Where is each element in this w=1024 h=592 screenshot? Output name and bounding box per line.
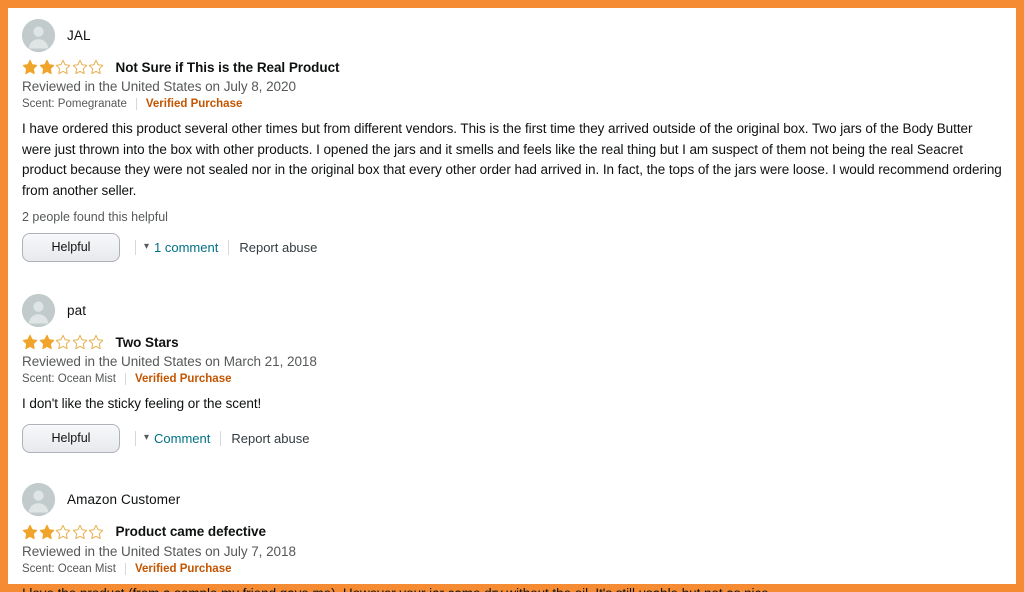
star-empty-icon bbox=[88, 524, 104, 540]
review-title-row: Not Sure if This is the Real Product bbox=[22, 58, 1006, 76]
reviews-panel: JAL Not Sure if This is the Real Product… bbox=[0, 0, 1024, 592]
star-empty-icon bbox=[55, 334, 71, 350]
star-empty-icon bbox=[72, 524, 88, 540]
review-body-text: I don't like the sticky feeling or the s… bbox=[22, 396, 262, 411]
review-item: JAL Not Sure if This is the Real Product… bbox=[22, 17, 1006, 263]
review-body-text: I love the product (from a sample my fri… bbox=[22, 584, 1004, 592]
star-rating[interactable] bbox=[22, 334, 105, 350]
user-avatar-icon bbox=[22, 293, 55, 327]
review-actions: Helpful ▾ Comment Report abuse bbox=[22, 423, 1006, 454]
report-abuse-link[interactable]: Report abuse bbox=[231, 431, 309, 446]
divider bbox=[124, 373, 126, 385]
review-title-row: Two Stars bbox=[22, 333, 1006, 351]
review-author-row: Amazon Customer bbox=[22, 483, 1006, 517]
star-filled-icon bbox=[22, 334, 38, 350]
review-attributes: Scent: Ocean Mist Verified Purchase bbox=[22, 562, 1006, 576]
chevron-down-icon: ▾ bbox=[144, 431, 150, 443]
divider bbox=[228, 240, 230, 255]
review-author-row: JAL bbox=[22, 18, 1006, 52]
review-variant: Scent: Ocean Mist bbox=[22, 562, 116, 575]
star-filled-icon bbox=[39, 334, 55, 350]
comments-link[interactable]: ▾ 1 comment bbox=[144, 240, 218, 255]
review-date: Reviewed in the United States on July 7,… bbox=[22, 543, 296, 559]
divider bbox=[220, 430, 222, 446]
divider bbox=[135, 240, 136, 255]
helpful-button[interactable]: Helpful bbox=[22, 233, 120, 262]
chevron-down-icon: ▾ bbox=[144, 241, 150, 252]
divider bbox=[124, 562, 126, 575]
review-author-name: pat bbox=[67, 302, 87, 318]
review-variant: Scent: Ocean Mist bbox=[22, 373, 116, 385]
review-date: Reviewed in the United States on March 2… bbox=[22, 354, 317, 369]
star-empty-icon bbox=[88, 59, 104, 75]
review-body-text: I have ordered this product several othe… bbox=[22, 121, 1002, 198]
star-empty-icon bbox=[72, 59, 88, 75]
review-author-name: Amazon Customer bbox=[67, 492, 181, 507]
report-abuse-link[interactable]: Report abuse bbox=[239, 240, 317, 255]
review-title-row: Product came defective bbox=[22, 523, 1006, 541]
star-rating[interactable] bbox=[22, 59, 105, 75]
helpful-vote-count: 2 people found this helpful bbox=[22, 210, 168, 224]
review-title[interactable]: Product came defective bbox=[116, 524, 267, 539]
star-empty-icon bbox=[88, 334, 104, 350]
review-actions: Helpful ▾ 1 comment Report abuse bbox=[22, 232, 1006, 263]
review-author-name: JAL bbox=[67, 27, 91, 43]
review-title[interactable]: Not Sure if This is the Real Product bbox=[116, 60, 340, 75]
divider bbox=[135, 430, 136, 446]
verified-purchase-badge: Verified Purchase bbox=[145, 98, 243, 110]
star-empty-icon bbox=[55, 524, 71, 540]
review-variant: Scent: Pomegranate bbox=[22, 98, 127, 110]
helpful-button[interactable]: Helpful bbox=[22, 423, 120, 453]
user-avatar-icon bbox=[22, 18, 55, 52]
comments-link-label: 1 comment bbox=[154, 240, 219, 255]
star-filled-icon bbox=[39, 524, 55, 540]
comments-link[interactable]: ▾ Comment bbox=[144, 431, 210, 446]
review-item: pat Two Stars Reviewed in the United Sta… bbox=[22, 263, 1006, 454]
review-attributes: Scent: Pomegranate Verified Purchase bbox=[22, 97, 1006, 111]
star-empty-icon bbox=[72, 334, 88, 350]
verified-purchase-badge: Verified Purchase bbox=[134, 562, 232, 575]
verified-purchase-badge: Verified Purchase bbox=[134, 373, 232, 385]
comments-link-label: Comment bbox=[154, 430, 211, 446]
review-author-row: pat bbox=[22, 293, 1006, 327]
user-avatar-icon bbox=[22, 483, 55, 516]
star-filled-icon bbox=[39, 59, 55, 75]
review-item: Amazon Customer Product came defective R… bbox=[22, 454, 1006, 592]
divider bbox=[135, 98, 137, 110]
star-empty-icon bbox=[55, 59, 71, 75]
star-filled-icon bbox=[22, 59, 38, 75]
review-attributes: Scent: Ocean Mist Verified Purchase bbox=[22, 372, 1006, 386]
star-rating[interactable] bbox=[22, 524, 105, 540]
star-filled-icon bbox=[22, 524, 38, 540]
review-title[interactable]: Two Stars bbox=[116, 335, 179, 350]
review-date: Reviewed in the United States on July 8,… bbox=[22, 79, 296, 94]
